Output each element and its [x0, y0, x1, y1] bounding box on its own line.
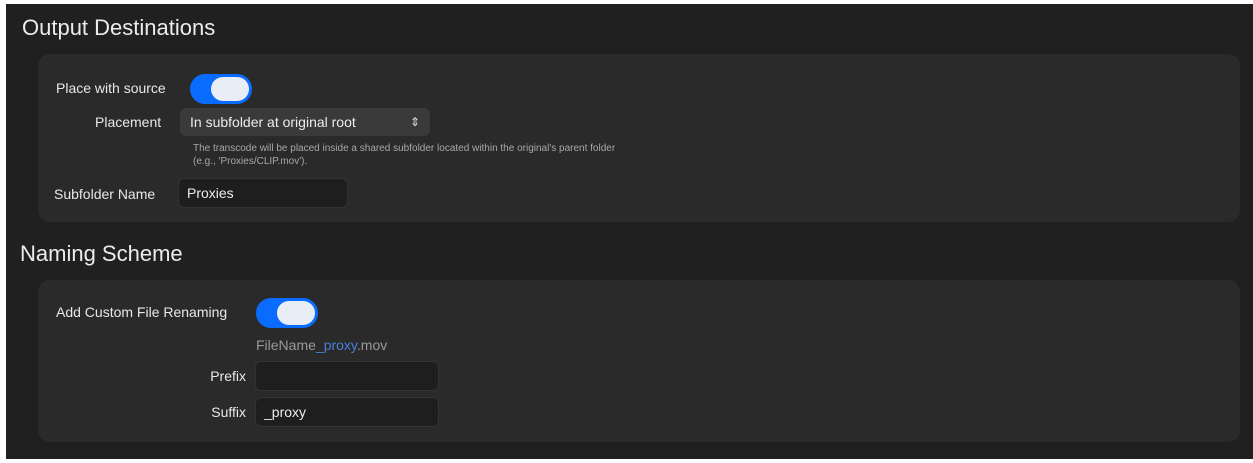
- place-with-source-label: Place with source: [56, 80, 166, 96]
- up-down-chevron-icon: ⇕: [409, 115, 420, 129]
- placement-label: Placement: [95, 114, 162, 130]
- naming-scheme-group: Add Custom File Renaming FileName_proxy.…: [38, 280, 1240, 442]
- settings-window: Output Destinations Place with source Pl…: [6, 4, 1253, 459]
- preview-suffix: _proxy: [315, 337, 357, 353]
- prefix-label: Prefix: [210, 368, 246, 384]
- preview-base: FileName: [256, 337, 316, 353]
- placement-select-value: In subfolder at original root: [190, 114, 356, 130]
- output-destinations-title: Output Destinations: [22, 15, 216, 40]
- preview-ext: .mov: [356, 337, 388, 353]
- custom-renaming-label: Add Custom File Renaming: [56, 304, 228, 320]
- placement-help-line-2: (e.g., 'Proxies/CLIP.mov').: [193, 156, 308, 167]
- suffix-input[interactable]: [255, 397, 439, 427]
- toggle-knob: [211, 77, 249, 101]
- placement-select[interactable]: In subfolder at original root ⇕: [180, 108, 430, 136]
- subfolder-name-input[interactable]: [178, 178, 348, 208]
- output-destinations-group: Place with source Placement In subfolder…: [38, 54, 1240, 222]
- naming-scheme-title: Naming Scheme: [20, 241, 183, 266]
- placement-help-line-1: The transcode will be placed inside a sh…: [193, 143, 616, 154]
- placement-help-text: The transcode will be placed inside a sh…: [193, 142, 615, 168]
- prefix-input[interactable]: [255, 361, 439, 391]
- toggle-knob: [277, 301, 315, 325]
- suffix-label: Suffix: [211, 404, 246, 420]
- custom-renaming-toggle[interactable]: [256, 298, 318, 328]
- filename-preview: FileName_proxy.mov: [256, 337, 387, 353]
- subfolder-name-label: Subfolder Name: [54, 186, 156, 202]
- place-with-source-toggle[interactable]: [190, 74, 252, 104]
